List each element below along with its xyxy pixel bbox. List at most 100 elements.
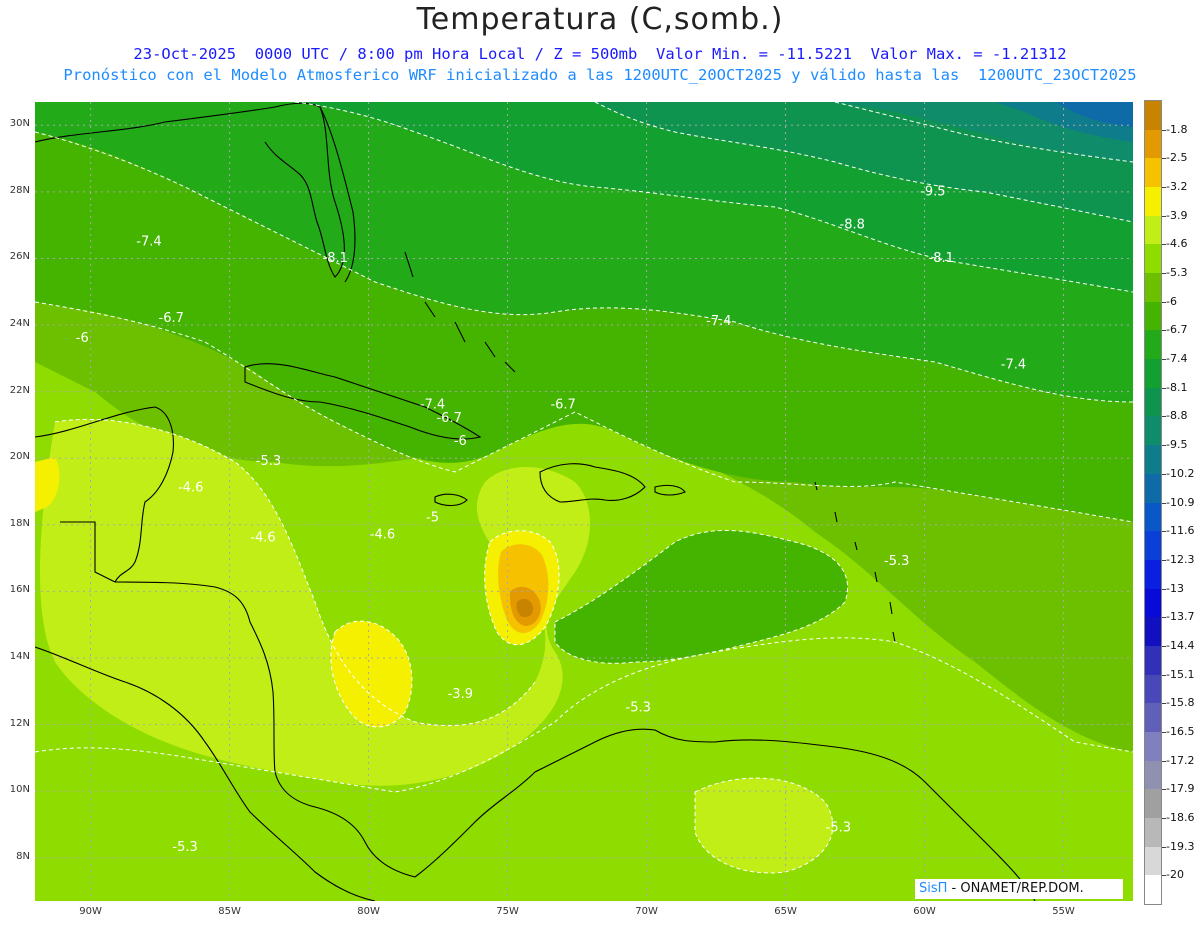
colorbar-label: -19.3	[1166, 839, 1195, 853]
colorbar-segment	[1145, 531, 1161, 561]
contour-label: -6.7	[159, 311, 184, 326]
latitude-label: 8N	[16, 850, 30, 862]
colorbar-tick	[1162, 846, 1166, 848]
colorbar-tick	[1162, 359, 1166, 361]
latitude-label: 16N	[9, 584, 30, 596]
latitude-label: 12N	[9, 717, 30, 729]
colorbar-tick	[1162, 531, 1166, 533]
latitude-label: 20N	[9, 451, 30, 463]
colorbar-segment	[1145, 559, 1161, 590]
contour-label: -4.6	[178, 481, 203, 496]
contour-label: -5.3	[256, 454, 281, 469]
colorbar-tick	[1162, 301, 1166, 303]
latitude-label: 18N	[9, 517, 30, 529]
colorbar-segment	[1145, 731, 1161, 762]
colorbar-segment	[1145, 387, 1161, 417]
colorbar-tick	[1162, 387, 1166, 389]
colorbar-tick	[1162, 559, 1166, 561]
colorbar-tick	[1162, 273, 1166, 275]
colorbar-segment	[1145, 473, 1161, 503]
colorbar-segment	[1145, 359, 1161, 389]
colorbar-tick	[1162, 129, 1166, 131]
colorbar-segment	[1145, 330, 1161, 360]
colorbar-label: -15.1	[1166, 667, 1195, 681]
colorbar-segment	[1145, 101, 1161, 131]
colorbar-segment	[1145, 158, 1161, 188]
colorbar-label: -13	[1166, 581, 1184, 595]
colorbar-segment	[1145, 502, 1161, 532]
colorbar-label: -7.4	[1166, 352, 1188, 366]
map-panel: -7.4 -8.1 -6.7 -6 -9.5 -8.8 -8.1 -7.4 -7.4 -7.4 -6…	[35, 102, 1133, 901]
colorbar-label: -3.2	[1166, 180, 1188, 194]
colorbar-tick	[1162, 817, 1166, 819]
contour-label: -5.3	[626, 700, 651, 715]
colorbar-label: -13.7	[1166, 610, 1195, 624]
colorbar-segment	[1145, 674, 1161, 704]
credit-brand: SisΠ	[919, 881, 948, 896]
colorbar-tick	[1162, 588, 1166, 590]
colorbar-segment	[1145, 244, 1161, 274]
contour-label: -9.5	[920, 184, 945, 199]
colorbar-tick	[1162, 731, 1166, 733]
latitude-label: 26N	[9, 251, 30, 263]
longitude-label: 90W	[79, 906, 102, 917]
colorbar-segment	[1145, 215, 1161, 245]
contour-label: -7.4	[706, 314, 731, 329]
map-subtitle-date: 23-Oct-2025 0000 UTC / 8:00 pm Hora Loca…	[133, 45, 1067, 63]
longitude-label: 70W	[635, 906, 658, 917]
latitude-label: 14N	[9, 650, 30, 662]
colorbar-label: -10.2	[1166, 466, 1195, 480]
colorbar-segment	[1145, 645, 1161, 676]
colorbar-tick	[1162, 789, 1166, 791]
colorbar-segment	[1145, 273, 1161, 303]
colorbar-tick	[1162, 158, 1166, 160]
colorbar-label: -1.8	[1166, 122, 1188, 136]
colorbar-label: -16.5	[1166, 724, 1195, 738]
colorbar	[1144, 100, 1162, 905]
contour-label: -6.7	[436, 411, 461, 426]
colorbar-tick	[1162, 187, 1166, 189]
contour-label: -6	[454, 434, 467, 449]
colorbar-tick	[1162, 674, 1166, 676]
colorbar-segment	[1145, 301, 1161, 331]
colorbar-label: -14.4	[1166, 638, 1195, 652]
colorbar-label: -15.8	[1166, 696, 1195, 710]
latitude-label: 30N	[9, 118, 30, 130]
colorbar-tick	[1162, 416, 1166, 418]
colorbar-label: -10.9	[1166, 495, 1195, 509]
contour-label: -8.1	[929, 251, 954, 266]
colorbar-tick	[1162, 760, 1166, 762]
contour-label: -5.3	[826, 820, 851, 835]
colorbar-tick	[1162, 703, 1166, 705]
colorbar-label: -11.6	[1166, 524, 1195, 538]
colorbar-segment	[1145, 846, 1161, 876]
contour-label: -5.3	[172, 840, 197, 855]
colorbar-segment	[1145, 617, 1161, 647]
credit-box: SisΠ - ONAMET/REP.DOM.	[915, 879, 1123, 899]
colorbar-segment	[1145, 588, 1161, 618]
colorbar-label: -6	[1166, 294, 1177, 308]
longitude-label: 55W	[1052, 906, 1075, 917]
contour-label: -7.4	[136, 234, 161, 249]
map-subtitle-model: Pronóstico con el Modelo Atmosferico WRF…	[63, 66, 1137, 84]
colorbar-label: -5.3	[1166, 266, 1188, 280]
colorbar-label: -20	[1166, 868, 1184, 882]
latitude-label: 24N	[9, 318, 30, 330]
colorbar-label: -8.1	[1166, 380, 1188, 394]
colorbar-label: -4.6	[1166, 237, 1188, 251]
contour-label: -3.9	[448, 687, 473, 702]
contour-label: -4.6	[370, 527, 395, 542]
colorbar-tick	[1162, 215, 1166, 217]
contour-label: -8.8	[840, 218, 865, 233]
colorbar-segment	[1145, 703, 1161, 733]
colorbar-segment	[1145, 875, 1161, 905]
colorbar-segment	[1145, 416, 1161, 446]
colorbar-label: -17.2	[1166, 753, 1195, 767]
colorbar-label: -6.7	[1166, 323, 1188, 337]
contour-label: -4.6	[250, 531, 275, 546]
colorbar-label: -9.5	[1166, 438, 1188, 452]
colorbar-label: -12.3	[1166, 552, 1195, 566]
credit-text: - ONAMET/REP.DOM.	[947, 881, 1084, 896]
longitude-label: 80W	[357, 906, 380, 917]
colorbar-segment	[1145, 760, 1161, 790]
